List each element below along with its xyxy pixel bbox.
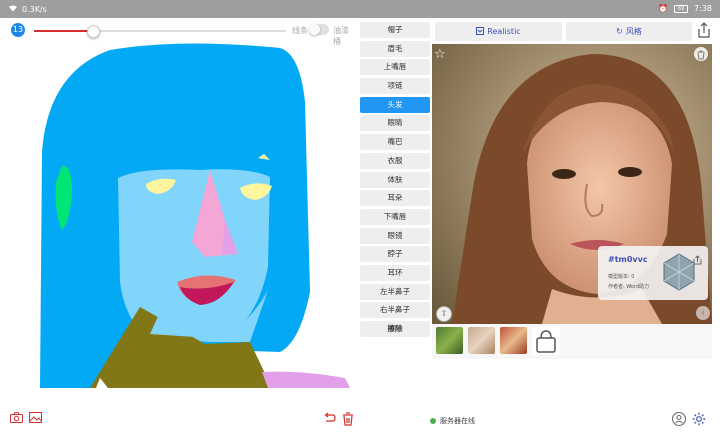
segment-label-button[interactable]: 耳环 [360, 264, 430, 281]
segment-label-button[interactable]: 体肤 [360, 171, 430, 188]
style-thumb[interactable] [468, 327, 495, 354]
segment-label-button[interactable]: 下嘴唇 [360, 208, 430, 225]
segment-label-button[interactable]: 帽子 [360, 22, 430, 38]
style-thumbnails [432, 324, 712, 359]
segment-label-button[interactable]: 右半鼻子 [360, 302, 430, 319]
camera-icon[interactable] [10, 412, 23, 426]
server-status-text: 服务器在线 [440, 417, 475, 425]
toggle-knob [309, 24, 320, 35]
realistic-label: Realistic [487, 27, 521, 36]
segment-label-button[interactable]: 项链 [360, 78, 430, 95]
card-share-icon[interactable] [693, 250, 702, 269]
gear-icon[interactable] [692, 412, 706, 429]
alarm-icon: ⏰ [658, 4, 669, 13]
segment-label-button[interactable]: 上嘴唇 [360, 59, 430, 76]
style-button[interactable]: ↻ 风格 [566, 22, 692, 41]
segment-label-button[interactable]: 头发 [360, 96, 430, 113]
style-thumb[interactable] [436, 327, 463, 354]
brush-size-slider[interactable] [34, 25, 286, 38]
battery-icon: 69 [674, 4, 689, 13]
clock: 7:38 [694, 4, 712, 13]
result-line-1: 模型版本: 0 [608, 274, 635, 280]
segment-label-button[interactable]: 左半鼻子 [360, 283, 430, 300]
brush-toolbar: 13 线条 油漆桶 [0, 18, 355, 46]
undo-icon[interactable] [322, 412, 336, 428]
bag-icon[interactable] [532, 327, 560, 355]
info-icon[interactable]: i [696, 306, 710, 320]
trash-icon[interactable] [694, 47, 708, 61]
slider-fill [34, 30, 92, 32]
segment-label-button[interactable]: 衣服 [360, 152, 430, 169]
segment-label-button[interactable]: 眼睛 [360, 115, 430, 132]
cloud-upload-icon[interactable]: ⇧ [436, 306, 452, 322]
style-thumb[interactable] [500, 327, 527, 354]
bottom-bar: 服务器在线 [0, 405, 720, 432]
segment-label-button[interactable]: 脖子 [360, 246, 430, 263]
status-bar: 0.3K/s ⏰ 69 7:38 [0, 0, 720, 18]
realistic-button[interactable]: Realistic [435, 22, 562, 41]
segment-label-button[interactable]: 眉毛 [360, 40, 430, 57]
trash-icon[interactable] [342, 412, 354, 429]
share-icon[interactable] [697, 22, 711, 42]
fill-mode-toggle[interactable] [309, 24, 329, 35]
network-speed: 0.3K/s [22, 4, 47, 14]
user-icon[interactable] [672, 412, 686, 429]
result-line-2: 作者者: Word助力 [608, 284, 650, 290]
status-dot [430, 418, 436, 424]
slider-thumb[interactable] [86, 25, 100, 38]
drawing-canvas[interactable] [0, 42, 358, 390]
result-id[interactable]: #tm0vvc [608, 255, 648, 264]
star-icon[interactable]: ☆ [434, 47, 446, 62]
wifi-icon [8, 4, 18, 14]
result-info-card: #tm0vvc 模型版本: 0 作者者: Word助力 [598, 246, 708, 300]
segment-label-button[interactable]: 嘴巴 [360, 134, 430, 151]
style-label: 风格 [625, 27, 642, 36]
refresh-icon: ↻ [616, 27, 623, 36]
shoulder-accent [262, 371, 350, 388]
brush-size-badge[interactable]: 13 [11, 23, 25, 37]
segment-label-list: 帽子眉毛上嘴唇项链 头发眼睛嘴巴 衣服体肤耳朵 下嘴唇眼镜脖子 耳环左半鼻子右半鼻子擦除 [360, 22, 430, 340]
image-icon[interactable] [29, 412, 42, 426]
segment-label-button[interactable]: 擦除 [360, 321, 430, 337]
segment-label-button[interactable]: 耳朵 [360, 190, 430, 207]
realistic-icon [476, 26, 485, 37]
cube-icon [662, 252, 696, 296]
server-status: 服务器在线 [430, 416, 475, 426]
result-top-buttons: Realistic ↻ 风格 [435, 22, 720, 42]
mode-lines-label: 线条 [292, 26, 308, 35]
segment-label-button[interactable]: 眼镜 [360, 227, 430, 244]
